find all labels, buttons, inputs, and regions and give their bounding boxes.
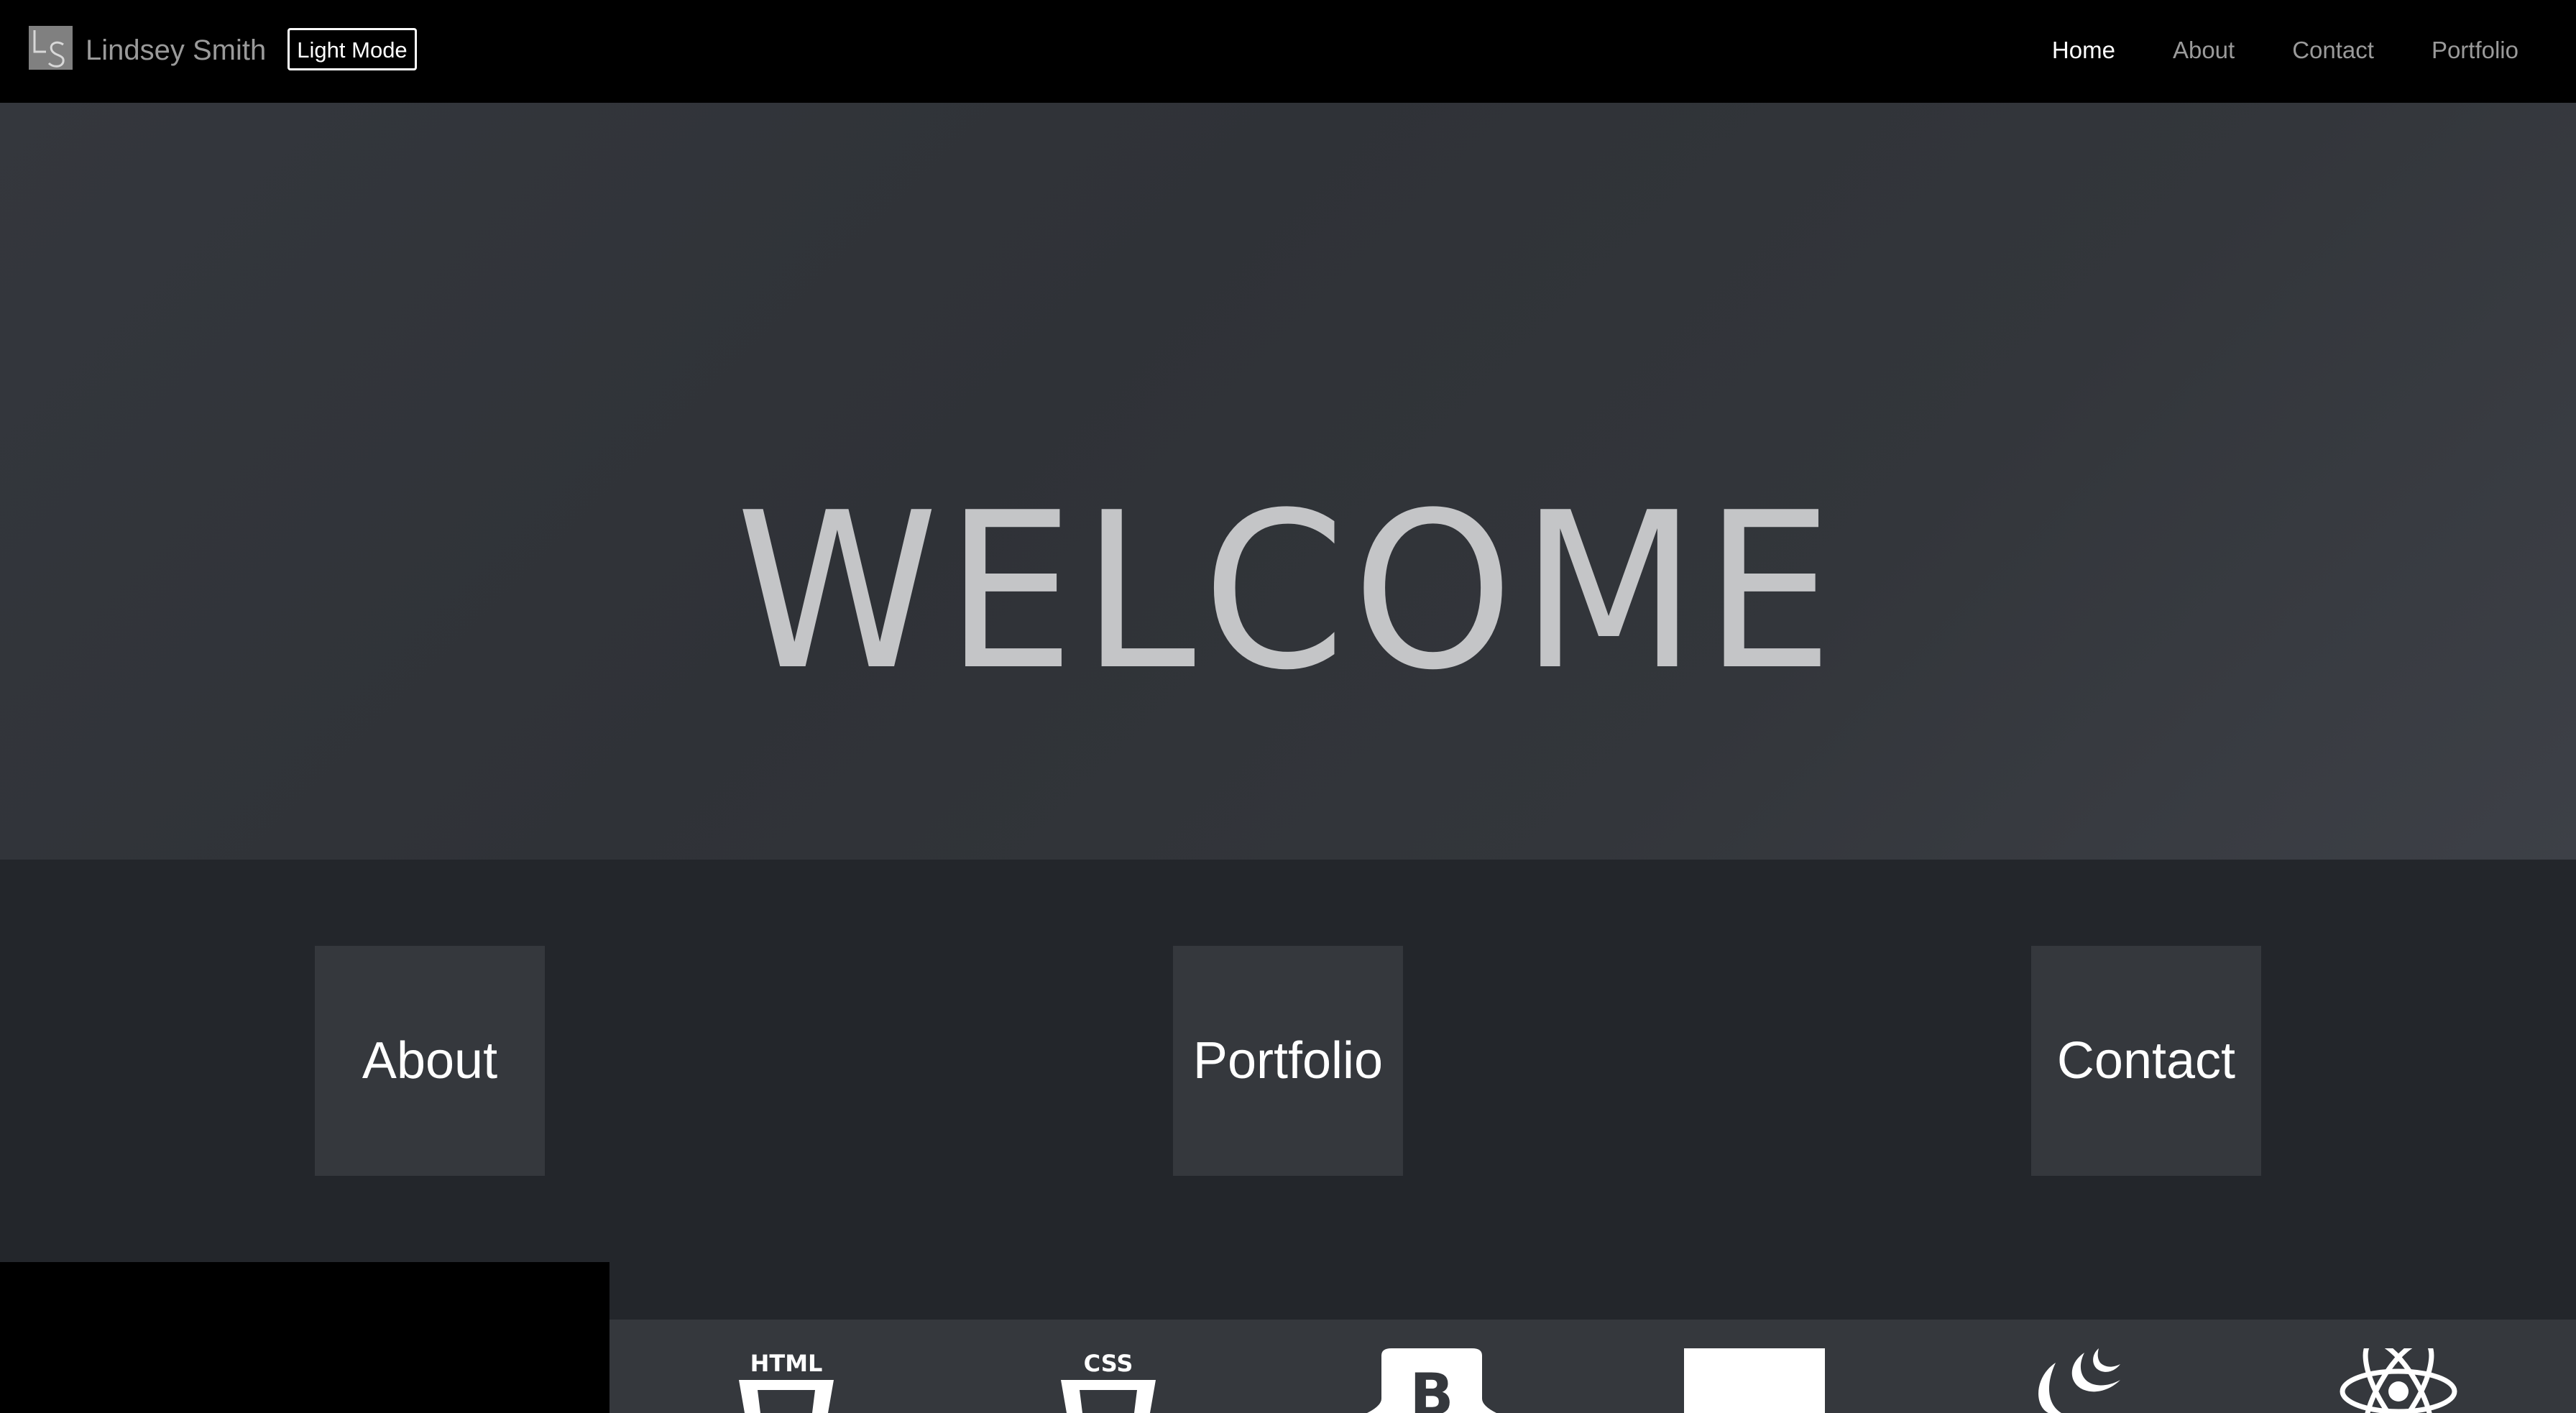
skills-bar: HTML CSS B	[610, 1320, 2576, 1413]
html5-icon: HTML	[736, 1348, 837, 1413]
jquery-icon	[2027, 1348, 2128, 1413]
react-icon	[2337, 1348, 2460, 1413]
brand-logo[interactable]	[29, 26, 73, 70]
about-card[interactable]: About	[315, 946, 545, 1176]
nav-link-about[interactable]: About	[2173, 32, 2235, 69]
css3-icon-label: CSS	[1084, 1350, 1133, 1377]
light-mode-button[interactable]: Light Mode	[288, 28, 417, 70]
brand-name[interactable]: Lindsey Smith	[86, 32, 266, 69]
navbar: Lindsey Smith Light Mode Home About Cont…	[0, 0, 2576, 103]
contact-card[interactable]: Contact	[2031, 946, 2261, 1176]
nav-link-home[interactable]: Home	[2052, 32, 2115, 69]
hero-section: WELCOME	[0, 103, 2576, 860]
brand-logo-mark	[29, 26, 73, 70]
nav-link-portfolio[interactable]: Portfolio	[2432, 32, 2518, 69]
page: Lindsey Smith Light Mode Home About Cont…	[0, 0, 2576, 1413]
hero-title: WELCOME	[735, 466, 1841, 717]
black-overlay-panel	[0, 1262, 610, 1413]
cards-section: About Portfolio Contact	[0, 860, 2576, 1320]
javascript-icon	[1684, 1348, 1825, 1413]
nav-links: Home About Contact Portfolio	[1995, 32, 2518, 69]
portfolio-card[interactable]: Portfolio	[1173, 946, 1403, 1176]
html5-icon-label: HTML	[750, 1350, 823, 1377]
css3-icon: CSS	[1058, 1348, 1159, 1413]
nav-link-contact[interactable]: Contact	[2292, 32, 2374, 69]
bootstrap-icon: B	[1360, 1348, 1504, 1413]
bootstrap-icon-label: B	[1410, 1361, 1454, 1413]
